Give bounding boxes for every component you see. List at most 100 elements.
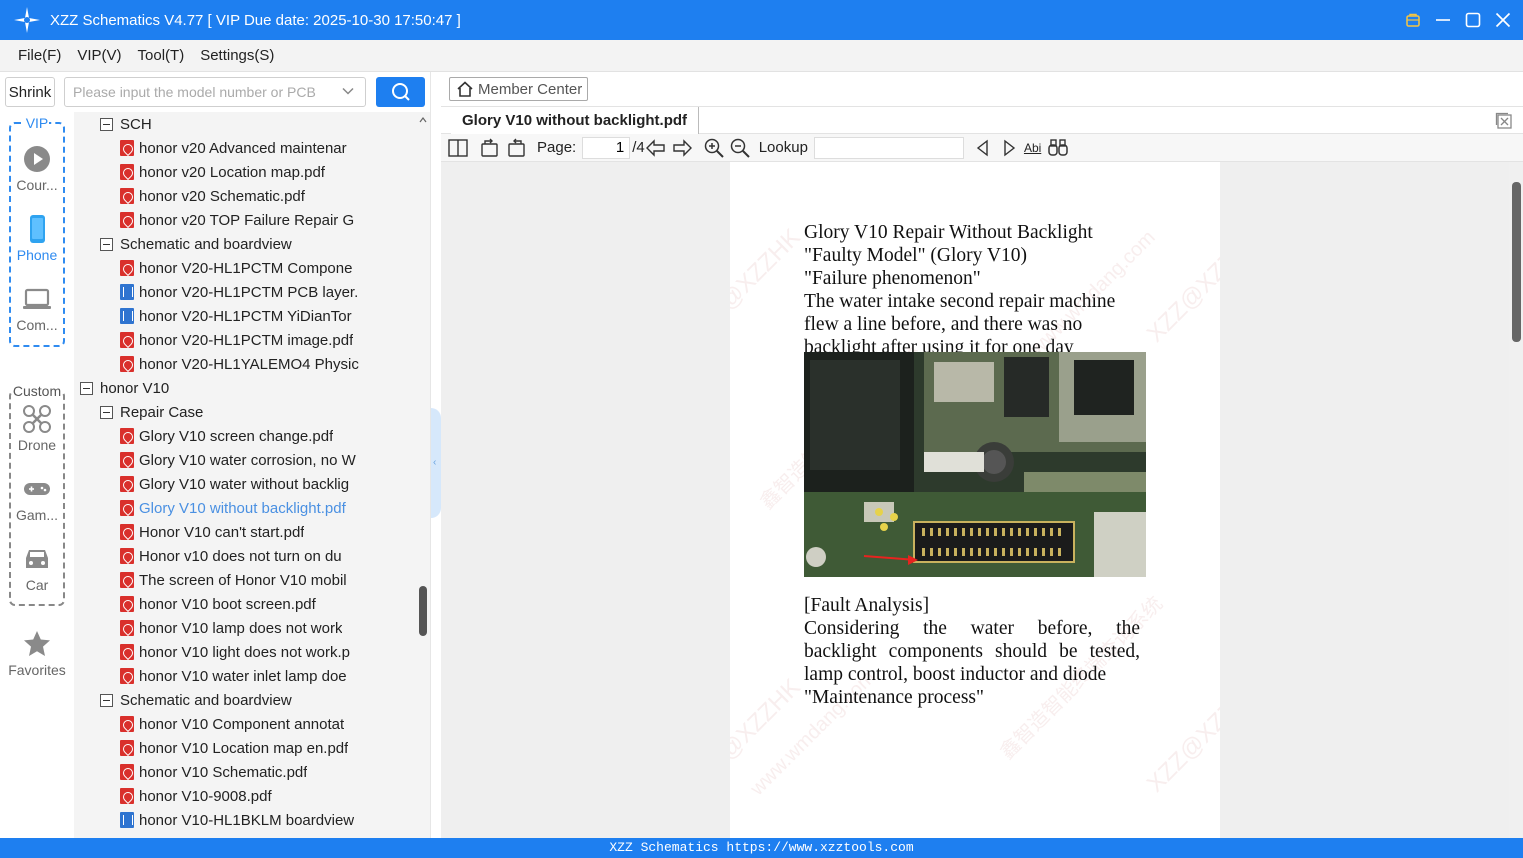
close-icon[interactable] [1495, 12, 1511, 28]
tree-folder[interactable]: Schematic and boardview [100, 688, 404, 712]
find-prev-icon[interactable] [972, 137, 994, 159]
tree-file[interactable]: honor v20 Schematic.pdf [120, 184, 404, 208]
tree-file[interactable]: honor v20 TOP Failure Repair G [120, 208, 404, 232]
tree-folder[interactable]: Repair Case [100, 400, 404, 424]
pdf-file-icon [120, 716, 134, 732]
menu-tool[interactable]: Tool(T) [130, 47, 193, 64]
tab-document[interactable]: Glory V10 without backlight.pdf [451, 107, 700, 134]
tree-file[interactable]: Glory V10 water without backlig [120, 472, 404, 496]
pdf-line: Considering the water before, the [804, 618, 1140, 639]
pdf-file-icon [120, 788, 134, 804]
tree-file[interactable]: Glory V10 screen change.pdf [120, 424, 404, 448]
sidebar-item-car[interactable]: Car [0, 544, 74, 593]
watermark: XZZ@XZZHK [730, 223, 806, 348]
rotate-left-icon[interactable] [479, 137, 501, 159]
tree-file[interactable]: honor V10 light does not work.p [120, 640, 404, 664]
tree-file[interactable]: honor V10 Component annotat [120, 712, 404, 736]
collapse-toggle-icon[interactable] [100, 405, 113, 419]
pdf-line: Glory V10 Repair Without Backlight [804, 222, 1093, 243]
zoom-out-icon[interactable] [729, 137, 751, 159]
panel-splitter[interactable]: ‹ [430, 72, 441, 838]
tree-item-label: Schematic and boardview [120, 235, 292, 253]
vip-bag-icon[interactable] [1405, 12, 1421, 28]
tree-folder[interactable]: Schematic and boardview [100, 232, 404, 256]
prev-page-icon[interactable] [645, 137, 667, 159]
menu-file[interactable]: File(F) [10, 47, 69, 64]
tree-item-label: honor V20-HL1PCTM Compone [139, 259, 353, 277]
tree-file[interactable]: honor v20 Advanced maintenar [120, 136, 404, 160]
next-page-icon[interactable] [671, 137, 693, 159]
lookup-input[interactable] [813, 136, 964, 159]
tree-item-label: honor V20-HL1PCTM YiDianTor [139, 307, 352, 325]
tree-file[interactable]: Honor V10 can't start.pdf [120, 520, 404, 544]
pdf-scrollbar[interactable] [1509, 162, 1523, 838]
rotate-right-icon[interactable] [505, 137, 527, 159]
minimize-icon[interactable] [1435, 12, 1451, 28]
tree-item-label: honor V10 Schematic.pdf [139, 763, 308, 781]
tree-scroll-thumb[interactable] [419, 586, 427, 636]
find-next-icon[interactable] [998, 137, 1020, 159]
tree-file[interactable]: honor V10 lamp does not work [120, 616, 404, 640]
gamepad-icon [24, 483, 50, 495]
tree-file[interactable]: The screen of Honor V10 mobil [120, 568, 404, 592]
chevron-down-icon[interactable] [341, 84, 355, 98]
page-label: Page: [537, 139, 577, 156]
sidebar-item-game[interactable]: Gam... [0, 474, 74, 523]
tree-file[interactable]: honor V20-HL1PCTM Compone [120, 256, 404, 280]
sidebar-item-course[interactable]: Cour... [0, 144, 74, 193]
tree-item-label: The screen of Honor V10 mobil [139, 571, 347, 589]
tree-file[interactable]: honor V10 boot screen.pdf [120, 592, 404, 616]
pdf-viewer[interactable]: XZZ@XZZHK XZZ@XZZHK XZZ@XZZHK XZZ@XZZHK … [441, 162, 1523, 838]
tree-file[interactable]: honor V20-HL1PCTM image.pdf [120, 328, 404, 352]
lookup-label: Lookup [758, 139, 808, 156]
search-input[interactable] [64, 77, 366, 107]
tree-file[interactable]: honor V20-HL1PCTM YiDianTor [120, 304, 404, 328]
tree-file[interactable]: honor V10 Location map en.pdf [120, 736, 404, 760]
pdf-file-icon [120, 164, 134, 180]
menu-settings[interactable]: Settings(S) [192, 47, 282, 64]
collapse-toggle-icon[interactable] [80, 381, 93, 395]
sidebar-item-favorites[interactable]: Favorites [0, 629, 74, 678]
tree-file[interactable]: honor V20-HL1YALEMO4 Physic [120, 352, 404, 376]
shrink-button[interactable]: Shrink [5, 77, 55, 107]
watermark: XZZ@XZZHK [730, 673, 806, 798]
pdf-scroll-thumb[interactable] [1512, 182, 1521, 342]
tree-file[interactable]: Glory V10 water corrosion, no W [120, 448, 404, 472]
watermark: XZZ@XZZHK [1141, 673, 1220, 798]
close-all-tabs-icon[interactable] [1495, 112, 1513, 130]
maximize-icon[interactable] [1465, 12, 1481, 28]
tree-item-label: honor V10 [100, 379, 170, 397]
tree-file[interactable]: honor V10 Schematic.pdf [120, 760, 404, 784]
tree-file[interactable]: Honor v10 does not turn on du [120, 544, 404, 568]
sidebar-toggle-icon[interactable] [447, 137, 469, 159]
tree-file[interactable]: Glory V10 without backlight.pdf [120, 496, 404, 520]
collapse-toggle-icon[interactable] [100, 237, 113, 251]
binoculars-icon[interactable] [1047, 137, 1069, 159]
chevron-up-icon[interactable] [419, 116, 427, 124]
sidebar-item-computer[interactable]: Com... [0, 284, 74, 333]
collapse-toggle-icon[interactable] [100, 693, 113, 707]
tree-item-label: honor V20-HL1PCTM PCB layer. [139, 283, 359, 301]
tree-folder[interactable]: honor V10 [80, 376, 404, 400]
tree-file[interactable]: honor V10-9008.pdf [120, 784, 404, 808]
page-number-input[interactable] [582, 136, 631, 159]
chevron-left-icon: ‹ [433, 457, 437, 468]
zoom-in-icon[interactable] [703, 137, 725, 159]
match-case-toggle[interactable]: Abi [1024, 141, 1041, 155]
tree-file[interactable]: honor V20-HL1PCTM PCB layer. [120, 280, 404, 304]
tree-scrollbar[interactable] [416, 112, 430, 838]
sidebar-item-phone[interactable]: Phone [0, 214, 74, 263]
search-button[interactable] [376, 77, 425, 107]
tree-item-label: Glory V10 screen change.pdf [139, 427, 334, 445]
member-center-label: Member Center [478, 80, 583, 98]
sidebar-item-drone[interactable]: Drone [0, 404, 74, 453]
collapse-toggle-icon[interactable] [100, 117, 113, 131]
page-total: /4 [632, 139, 645, 156]
tree-file[interactable]: honor V10 water inlet lamp doe [120, 664, 404, 688]
pdf-intro-text: Glory V10 Repair Without Backlight "Faul… [804, 221, 1140, 359]
tree-file[interactable]: honor v20 Location map.pdf [120, 160, 404, 184]
tree-file[interactable]: honor V10-HL1BKLM boardview [120, 808, 404, 832]
tree-folder[interactable]: SCH [100, 112, 404, 136]
member-center-button[interactable]: Member Center [449, 77, 588, 101]
menu-vip[interactable]: VIP(V) [69, 47, 129, 64]
